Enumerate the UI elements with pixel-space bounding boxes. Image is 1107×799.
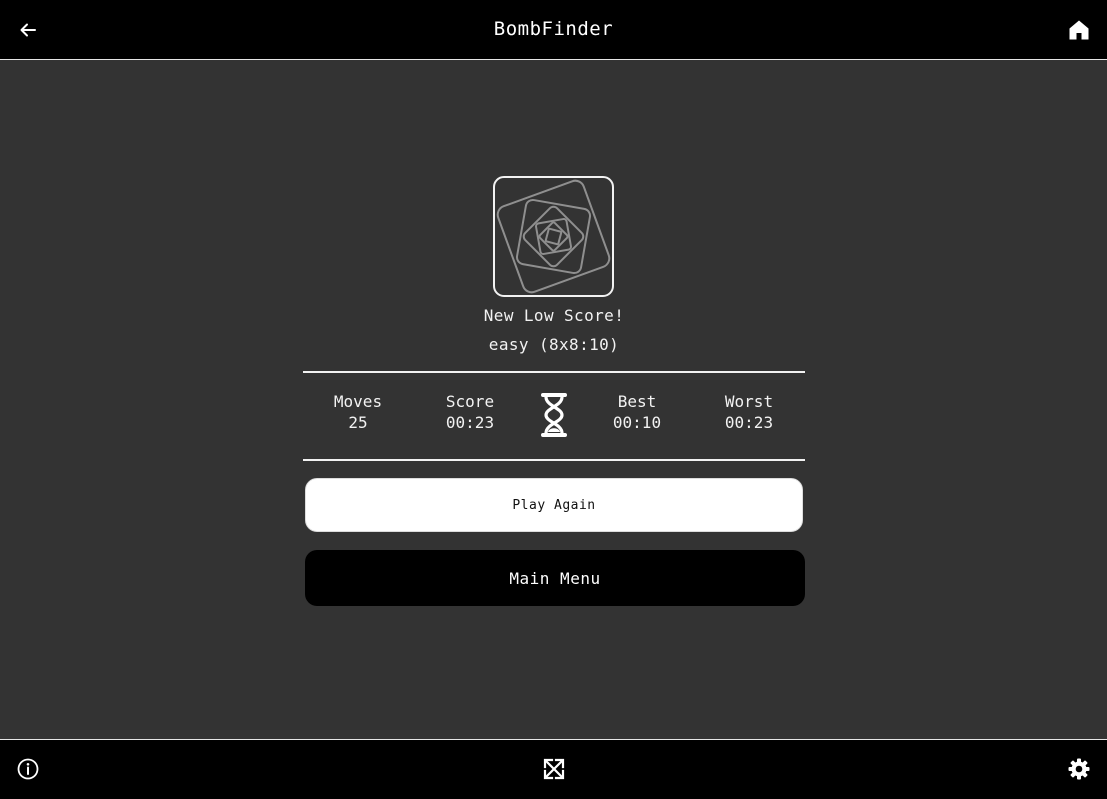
info-icon xyxy=(17,758,39,780)
score-label: Score xyxy=(445,392,495,411)
fullscreen-icon xyxy=(543,758,565,780)
settings-button[interactable] xyxy=(1067,757,1091,781)
score-stat: Score 00:23 xyxy=(415,391,525,433)
spiral-squares-icon xyxy=(496,179,611,294)
result-headline: New Low Score! xyxy=(483,306,625,325)
fullscreen-button[interactable] xyxy=(542,757,566,781)
worst-label: Worst xyxy=(724,392,774,411)
home-icon xyxy=(1069,20,1089,40)
moves-value: 25 xyxy=(348,413,368,432)
results-panel: New Low Score! easy (8x8:10) Moves 25 Sc… xyxy=(0,61,1107,739)
difficulty-label: easy (8x8:10) xyxy=(488,335,620,354)
main-menu-button[interactable]: Main Menu xyxy=(305,550,805,606)
stats-row: Moves 25 Score 00:23 Best 00:10 Worst 00… xyxy=(303,371,805,461)
info-button[interactable] xyxy=(16,757,40,781)
moves-stat: Moves 25 xyxy=(303,391,413,433)
moves-label: Moves xyxy=(333,392,383,411)
worst-value: 00:23 xyxy=(724,413,774,432)
bottom-bar xyxy=(0,739,1107,799)
timer-indicator xyxy=(539,393,569,437)
result-badge xyxy=(493,176,614,297)
best-label: Best xyxy=(617,392,657,411)
top-bar: BombFinder xyxy=(0,0,1107,60)
best-stat: Best 00:10 xyxy=(582,391,692,433)
worst-stat: Worst 00:23 xyxy=(694,391,804,433)
score-value: 00:23 xyxy=(445,413,495,432)
play-again-button[interactable]: Play Again xyxy=(305,478,803,532)
hourglass-icon xyxy=(541,393,567,437)
app-title: BombFinder xyxy=(493,18,614,40)
gear-icon xyxy=(1068,758,1090,780)
home-button[interactable] xyxy=(1067,18,1091,42)
best-value: 00:10 xyxy=(612,413,662,432)
